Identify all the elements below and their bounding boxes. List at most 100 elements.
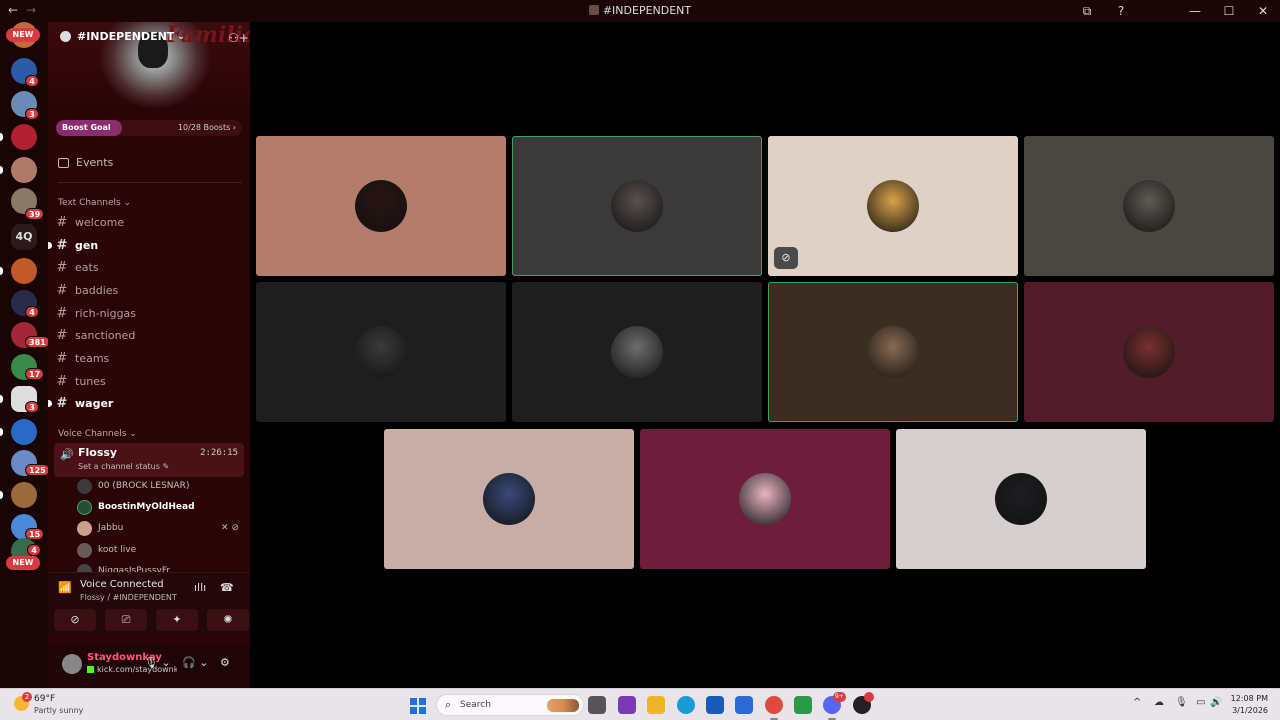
participant-tile[interactable] xyxy=(384,429,634,569)
server-icon[interactable] xyxy=(11,124,37,150)
boost-goal-bar[interactable]: Boost Goal 10/28 Boosts › xyxy=(56,120,242,136)
participant-tile[interactable] xyxy=(768,282,1018,422)
edge-icon[interactable] xyxy=(677,696,695,714)
speaker-icon: 🔊 xyxy=(60,448,74,461)
channel-wager[interactable]: # wager xyxy=(48,393,244,413)
avatar[interactable] xyxy=(62,654,82,674)
channel-gen[interactable]: # gen xyxy=(48,235,244,255)
muted-deafened-icon: ✕ ⊘ xyxy=(221,523,239,533)
disconnect-icon[interactable]: ☎ xyxy=(220,581,234,594)
taskbar-search[interactable]: ⌕ Search xyxy=(436,694,584,716)
weather-badge: 2 xyxy=(22,692,32,702)
hash-icon: # xyxy=(56,373,68,389)
app-icon[interactable] xyxy=(618,696,636,714)
participant-tile[interactable] xyxy=(1024,136,1274,276)
voice-connected-title[interactable]: Voice Connected xyxy=(80,579,164,590)
signal-icon[interactable]: 📶 xyxy=(58,581,72,594)
outlook-icon[interactable] xyxy=(735,696,753,714)
screen-share-button[interactable]: ⎚ xyxy=(105,609,147,631)
tray-overflow-icon[interactable]: ^ xyxy=(1133,697,1141,708)
voice-channels-category[interactable]: Voice Channels ⌄ xyxy=(58,429,137,439)
channel-name: eats xyxy=(75,260,99,274)
voice-user[interactable]: BoostinMyOldHead xyxy=(77,497,243,517)
unread-pill xyxy=(0,267,3,275)
display-icon[interactable]: ▭ xyxy=(1196,697,1205,708)
server-4q[interactable]: 4Q xyxy=(11,224,37,250)
maximize-button[interactable]: ☐ xyxy=(1212,4,1246,18)
settings-gear-icon[interactable]: ⚙ xyxy=(220,656,230,669)
file-explorer-icon[interactable] xyxy=(647,696,665,714)
channel-baddies[interactable]: # baddies xyxy=(56,280,244,300)
clock-time: 12:08 PM xyxy=(1230,694,1268,703)
voice-user-name: koot live xyxy=(98,545,137,555)
voice-channel-name: Flossy xyxy=(78,446,118,459)
avatar xyxy=(611,326,663,378)
channel-status-prompt[interactable]: Set a channel status ✎ xyxy=(78,462,169,471)
system-clock[interactable]: 12:08 PM 3/1/2026 xyxy=(1222,693,1268,717)
voice-connected-location[interactable]: Flossy / #INDEPENDENT xyxy=(80,593,177,602)
server-icon[interactable] xyxy=(11,258,37,284)
server-header[interactable]: #INDEPENDENT ⌄ xyxy=(60,30,185,43)
inbox-icon[interactable]: ⧉ xyxy=(1070,4,1104,19)
participant-tile[interactable] xyxy=(256,136,506,276)
events-item[interactable]: Events xyxy=(58,156,113,169)
server-icon xyxy=(588,5,599,15)
mic-tray-icon[interactable]: 🎙 xyxy=(1175,697,1188,708)
channel-welcome[interactable]: # welcome xyxy=(56,212,244,232)
avatar xyxy=(995,473,1047,525)
participant-tile[interactable] xyxy=(512,282,762,422)
events-label: Events xyxy=(76,156,114,169)
text-channels-category[interactable]: Text Channels ⌄ xyxy=(58,198,131,208)
avatar xyxy=(867,326,919,378)
task-view-icon[interactable] xyxy=(588,696,606,714)
channel-tunes[interactable]: # tunes xyxy=(56,371,244,391)
channel-name: gen xyxy=(75,238,99,252)
channel-teams[interactable]: # teams xyxy=(56,348,244,368)
invite-people-icon[interactable]: ⚇+ xyxy=(228,31,249,45)
minimize-button[interactable]: — xyxy=(1178,4,1212,18)
participant-tile[interactable]: ⊘ xyxy=(768,136,1018,276)
camera-off-icon: ⊘ xyxy=(774,247,798,269)
close-button[interactable]: ✕ xyxy=(1246,4,1280,18)
soundboard-button[interactable]: ✺ xyxy=(207,609,249,631)
server-icon[interactable] xyxy=(11,482,37,508)
voice-user[interactable]: Jabbu ✕ ⊘ xyxy=(77,518,243,538)
camera-off-button[interactable]: ⊘ xyxy=(54,609,96,631)
server-icon[interactable] xyxy=(11,157,37,183)
mention-badge: 3 xyxy=(25,401,39,413)
server-icon[interactable] xyxy=(11,419,37,445)
headset-toggle[interactable]: 🎧 ⌄ xyxy=(182,656,208,669)
mention-badge: 4 xyxy=(25,75,39,87)
unread-pill xyxy=(0,491,3,499)
hash-icon: # xyxy=(56,259,68,275)
mic-toggle[interactable]: 🎙 ⌄ xyxy=(144,656,171,669)
app-icon[interactable] xyxy=(794,696,812,714)
activities-button[interactable]: ✦ xyxy=(156,609,198,631)
discord-badge: 9+ xyxy=(833,692,846,702)
noise-suppression-icon[interactable]: ıllı xyxy=(194,581,206,594)
voice-timer: 2:26:15 xyxy=(200,448,238,458)
store-icon[interactable] xyxy=(706,696,724,714)
voice-channel-flossy[interactable]: 🔊 Flossy 2:26:15 Set a channel status ✎ xyxy=(54,443,244,477)
search-icon: ⌕ xyxy=(445,698,452,711)
channel-sanctioned[interactable]: # sanctioned xyxy=(56,325,244,345)
participant-tile[interactable] xyxy=(640,429,890,569)
participant-tile[interactable] xyxy=(896,429,1146,569)
start-button[interactable] xyxy=(410,698,426,714)
volume-icon[interactable]: 🔊 xyxy=(1210,697,1222,708)
clock-date: 3/1/2026 xyxy=(1232,706,1268,715)
onedrive-icon[interactable]: ☁ xyxy=(1154,697,1164,708)
windows-taskbar: 2 69°F Partly sunny ⌕ Search 9+ ^ ☁ 🎙 ▭ … xyxy=(0,688,1280,720)
participant-tile[interactable] xyxy=(1024,282,1274,422)
voice-user[interactable]: koot live xyxy=(77,540,243,560)
video-grid: ⊘ xyxy=(250,22,1280,688)
voice-user[interactable]: 00 (BROCK LESNAR) xyxy=(77,476,243,496)
chrome-icon[interactable] xyxy=(765,696,783,720)
channel-eats[interactable]: # eats xyxy=(56,257,244,277)
boost-goal-label: Boost Goal xyxy=(56,120,122,136)
channel-sidebar: Familia #INDEPENDENT ⌄ ⚇+ Boost Goal 10/… xyxy=(48,22,250,688)
participant-tile[interactable] xyxy=(256,282,506,422)
channel-rich-niggas[interactable]: # rich-niggas xyxy=(56,303,244,323)
help-icon[interactable]: ? xyxy=(1104,4,1138,18)
participant-tile[interactable] xyxy=(512,136,762,276)
